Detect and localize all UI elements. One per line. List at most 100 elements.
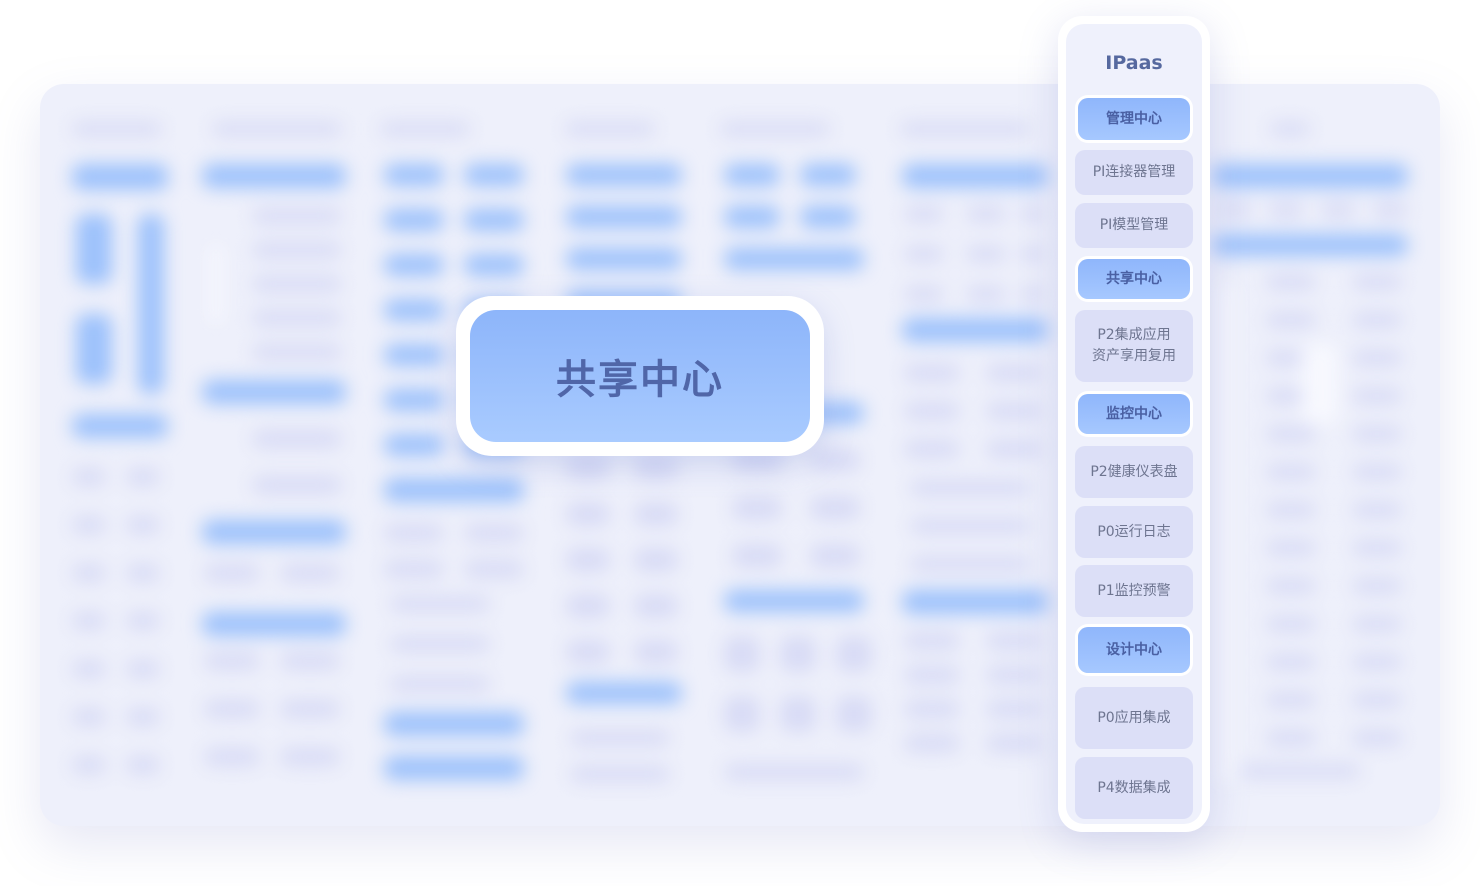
- blurred-block: [1372, 202, 1408, 218]
- blurred-block: [904, 734, 960, 752]
- blurred-block: [986, 440, 1042, 458]
- blurred-block: [72, 468, 106, 486]
- blurred-block: [910, 556, 1030, 572]
- blurred-block: [202, 612, 346, 636]
- blurred-block: [280, 564, 340, 582]
- panel-item-label: 设计中心: [1106, 641, 1162, 658]
- blurred-block: [126, 468, 160, 486]
- blurred-block: [72, 564, 106, 582]
- blurred-block: [810, 544, 860, 568]
- panel-item-monitor-alert[interactable]: P1监控预警: [1075, 565, 1193, 617]
- blurred-block: [390, 596, 490, 612]
- blurred-block: [986, 632, 1042, 650]
- blurred-block: [384, 254, 444, 276]
- blurred-block: [252, 430, 342, 448]
- blurred-block: [1352, 616, 1402, 632]
- blurred-block: [904, 402, 960, 420]
- blurred-block: [1240, 764, 1360, 778]
- blurred-block: [126, 708, 160, 726]
- blurred-block: [252, 310, 342, 326]
- blurred-block: [1212, 234, 1408, 256]
- panel-item-label: P2集成应用 资产享用复用: [1092, 327, 1176, 364]
- blurred-block: [76, 214, 112, 284]
- blurred-block: [566, 640, 610, 664]
- panel-section-design-center[interactable]: 设计中心: [1078, 627, 1190, 673]
- blurred-block: [780, 696, 816, 732]
- blurred-block: [966, 206, 1006, 222]
- blurred-block: [1352, 388, 1402, 404]
- panel-section-shared-center[interactable]: 共享中心: [1078, 259, 1190, 299]
- blurred-block: [1020, 246, 1044, 262]
- blurred-block: [1320, 202, 1356, 218]
- blurred-block: [1352, 350, 1402, 366]
- blurred-block: [126, 756, 160, 774]
- blurred-block: [565, 122, 655, 136]
- panel-item-asset-reuse[interactable]: P2集成应用 资产享用复用: [1075, 310, 1193, 382]
- blurred-block: [724, 206, 780, 228]
- panel-item-label: P0应用集成: [1097, 709, 1171, 726]
- blurred-block: [1352, 312, 1402, 328]
- blurred-block: [1266, 730, 1316, 746]
- blurred-block: [252, 344, 342, 360]
- blurred-block: [1352, 464, 1402, 480]
- blurred-block: [570, 766, 670, 782]
- blurred-block: [280, 700, 340, 718]
- blurred-block: [724, 764, 864, 780]
- panel-item-model-management[interactable]: PI模型管理: [1075, 203, 1193, 248]
- blurred-block: [904, 666, 960, 684]
- panel-item-health-dashboard[interactable]: P2健康仪表盘: [1075, 446, 1193, 498]
- blurred-block: [204, 700, 260, 718]
- blurred-block: [252, 276, 342, 292]
- shared-center-callout: 共享中心: [456, 296, 824, 456]
- blurred-block: [732, 544, 782, 568]
- panel-item-label: PI模型管理: [1099, 217, 1169, 233]
- blurred-block: [1020, 286, 1044, 302]
- blurred-block: [1302, 344, 1338, 424]
- blurred-block: [634, 640, 678, 664]
- panel-item-label: P0运行日志: [1097, 523, 1171, 540]
- blurred-block: [1270, 122, 1310, 136]
- blurred-block: [986, 666, 1042, 684]
- blurred-block: [634, 548, 678, 572]
- blurred-block: [986, 734, 1042, 752]
- blurred-block: [212, 122, 342, 136]
- panel-item-run-log[interactable]: P0运行日志: [1075, 506, 1193, 558]
- blurred-block: [1352, 692, 1402, 708]
- blurred-block: [384, 560, 444, 578]
- blurred-block: [464, 524, 524, 542]
- panel-item-label: 监控中心: [1106, 405, 1162, 422]
- blurred-block: [202, 520, 346, 544]
- blurred-block: [1266, 616, 1316, 632]
- blurred-block: [72, 414, 168, 438]
- blurred-block: [76, 314, 112, 384]
- blurred-block: [986, 402, 1042, 420]
- blurred-block: [902, 590, 1048, 614]
- blurred-block: [904, 632, 960, 650]
- panel-item-connector-management[interactable]: PI连接器管理: [1075, 150, 1193, 195]
- blurred-block: [724, 164, 780, 186]
- blurred-block: [910, 518, 1030, 534]
- blurred-block: [384, 344, 444, 366]
- panel-section-monitoring-center[interactable]: 监控中心: [1078, 394, 1190, 434]
- shared-center-callout-label: 共享中心: [556, 357, 724, 403]
- panel-item-data-integration[interactable]: P4数据集成: [1075, 757, 1193, 819]
- blurred-block: [1266, 502, 1316, 518]
- blurred-block: [1266, 426, 1316, 442]
- blurred-block: [126, 660, 160, 678]
- blurred-block: [384, 478, 524, 502]
- blurred-block: [384, 209, 444, 231]
- blurred-block: [1266, 312, 1316, 328]
- blurred-block: [720, 122, 830, 136]
- blurred-block: [72, 164, 168, 190]
- blurred-block: [384, 389, 444, 411]
- panel-item-app-integration[interactable]: P0应用集成: [1075, 687, 1193, 749]
- blurred-block: [126, 612, 160, 630]
- blurred-block: [800, 206, 856, 228]
- blurred-block: [986, 364, 1042, 382]
- panel-section-management-center[interactable]: 管理中心: [1078, 98, 1190, 140]
- blurred-block: [566, 682, 682, 704]
- blurred-block: [202, 164, 346, 188]
- blurred-block: [210, 244, 222, 324]
- blurred-block: [570, 730, 670, 746]
- blurred-block: [384, 712, 524, 736]
